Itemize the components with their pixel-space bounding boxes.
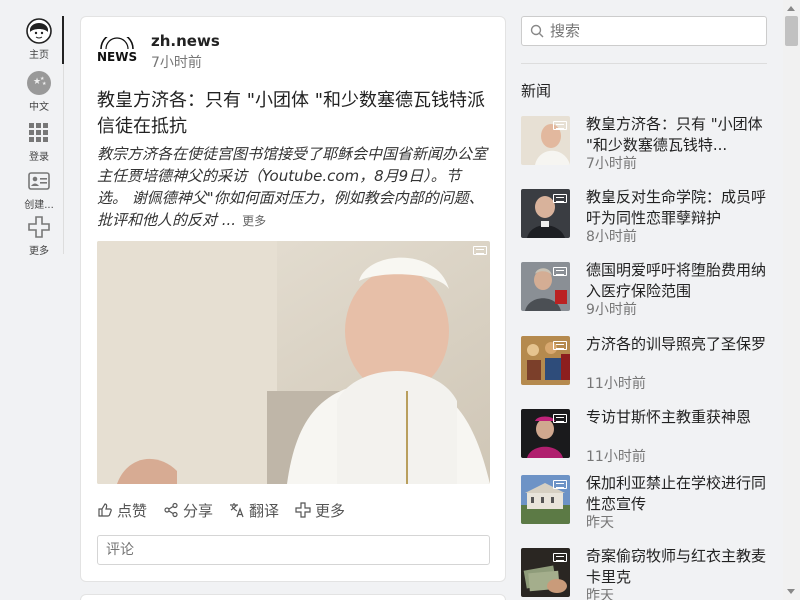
news-time: 7小时前 bbox=[586, 156, 637, 172]
left-rail: 主页 ★ ★ ★ 中文 登录 创建... 更多 bbox=[0, 0, 64, 600]
share-icon bbox=[164, 502, 178, 518]
post-photo[interactable] bbox=[97, 241, 490, 484]
summary-more-link[interactable]: 更多 bbox=[242, 214, 266, 228]
scroll-up-arrow-icon[interactable] bbox=[787, 6, 795, 11]
news-title: 方济各的训导照亮了圣保罗 bbox=[586, 335, 766, 353]
thumbs-up-icon bbox=[98, 503, 112, 517]
rail-item-home[interactable]: 主页 bbox=[14, 18, 64, 66]
search-icon bbox=[530, 24, 544, 38]
news-title: 奇案偷窃牧师与红衣主教麦卡里克 bbox=[586, 547, 766, 586]
news-time: 昨天 bbox=[586, 515, 614, 531]
news-title: 专访甘斯怀主教重获神恩 bbox=[586, 408, 752, 426]
news-thumbnail bbox=[521, 548, 570, 597]
like-label: 点赞 bbox=[117, 501, 148, 520]
comment-input[interactable] bbox=[97, 535, 490, 565]
rail-label-more: 更多 bbox=[29, 246, 49, 257]
rail-item-login[interactable]: 登录 bbox=[14, 120, 64, 168]
news-title: 教皇方济各：只有 "小团体 "和少数塞德瓦钱特... bbox=[586, 115, 763, 154]
like-button[interactable]: 点赞 bbox=[97, 500, 147, 521]
right-divider bbox=[521, 63, 767, 64]
news-list-item[interactable]: 专访甘斯怀主教重获神恩 11小时前 bbox=[521, 408, 771, 473]
news-list-item[interactable]: 教皇方济各：只有 "小团体 "和少数塞德瓦钱特... 7小时前 bbox=[521, 115, 771, 180]
scroll-down-arrow-icon[interactable] bbox=[787, 589, 795, 594]
news-list-item[interactable]: 教皇反对生命学院：成员呼吁为同性恋罪孽辩护 8小时前 bbox=[521, 188, 771, 253]
scroll-thumb[interactable] bbox=[785, 16, 798, 46]
post-source[interactable]: zh.news bbox=[151, 32, 220, 50]
image-gallery-icon bbox=[553, 553, 567, 562]
translate-button[interactable]: 翻译 bbox=[229, 500, 279, 521]
post-summary-text: 教宗方济各在使徒宫图书馆接受了耶稣会中国省新闻办公室主任贾培德神父的采访（You… bbox=[97, 145, 488, 229]
share-label: 分享 bbox=[183, 501, 214, 520]
news-time: 11小时前 bbox=[586, 376, 646, 392]
more-actions-label: 更多 bbox=[315, 501, 346, 520]
rail-divider bbox=[63, 64, 64, 254]
image-gallery-icon bbox=[473, 246, 487, 255]
china-flag-icon: ★ ★ ★ bbox=[26, 70, 52, 96]
news-time: 11小时前 bbox=[586, 449, 646, 465]
news-title: 保加利亚禁止在学校进行同性恋宣传 bbox=[586, 474, 766, 513]
search-input[interactable] bbox=[550, 22, 750, 40]
home-avatar-icon bbox=[26, 18, 52, 44]
post-actions: 点赞 分享 翻译 更多 bbox=[97, 499, 490, 521]
news-time: 9小时前 bbox=[586, 302, 637, 318]
next-post-card bbox=[80, 594, 506, 600]
image-gallery-icon bbox=[553, 194, 567, 203]
rail-item-chinese[interactable]: ★ ★ ★ 中文 bbox=[14, 70, 64, 118]
rail-label-chinese: 中文 bbox=[29, 102, 49, 113]
id-card-icon bbox=[26, 168, 52, 194]
news-section-title: 新闻 bbox=[521, 82, 552, 100]
post-card: NEWS zh.news 7小时前 教皇方济各：只有 "小团体 "和少数塞德瓦钱… bbox=[80, 16, 506, 582]
news-thumbnail bbox=[521, 262, 570, 311]
rail-item-more[interactable]: 更多 bbox=[14, 214, 64, 262]
rail-label-login: 登录 bbox=[29, 152, 49, 163]
image-gallery-icon bbox=[553, 414, 567, 423]
translate-label: 翻译 bbox=[249, 501, 280, 520]
image-gallery-icon bbox=[553, 480, 567, 489]
search-box[interactable] bbox=[521, 16, 767, 46]
news-thumbnail bbox=[521, 116, 570, 165]
news-thumbnail bbox=[521, 475, 570, 524]
share-button[interactable]: 分享 bbox=[163, 500, 213, 521]
news-time: 8小时前 bbox=[586, 229, 637, 245]
news-thumbnail bbox=[521, 336, 570, 385]
news-list-item[interactable]: 保加利亚禁止在学校进行同性恋宣传 昨天 bbox=[521, 474, 771, 539]
post-time: 7小时前 bbox=[151, 55, 202, 71]
image-gallery-icon bbox=[553, 341, 567, 350]
rail-label-create: 创建... bbox=[24, 200, 54, 211]
news-list-item[interactable]: 奇案偷窃牧师与红衣主教麦卡里克 昨天 bbox=[521, 547, 771, 600]
news-list-item[interactable]: 德国明爱呼吁将堕胎费用纳入医疗保险范围 9小时前 bbox=[521, 261, 771, 326]
image-gallery-icon bbox=[553, 121, 567, 130]
news-list-item[interactable]: 方济各的训导照亮了圣保罗 11小时前 bbox=[521, 335, 771, 400]
more-actions-button[interactable]: 更多 bbox=[295, 500, 345, 521]
news-thumbnail bbox=[521, 189, 570, 238]
apps-grid-icon bbox=[26, 120, 52, 146]
translate-icon bbox=[230, 503, 244, 518]
image-gallery-icon bbox=[553, 267, 567, 276]
post-headline[interactable]: 教皇方济各：只有 "小团体 "和少数塞德瓦钱特派信徒在抵抗 bbox=[97, 88, 497, 140]
news-title: 德国明爱呼吁将堕胎费用纳入医疗保险范围 bbox=[586, 261, 766, 300]
rail-label-home: 主页 bbox=[29, 50, 49, 61]
news-time: 昨天 bbox=[586, 588, 614, 600]
news-logo-text: NEWS bbox=[97, 50, 137, 64]
news-title: 教皇反对生命学院：成员呼吁为同性恋罪孽辩护 bbox=[586, 188, 766, 227]
plus-outline-icon bbox=[295, 502, 311, 518]
news-logo[interactable]: NEWS bbox=[97, 32, 137, 65]
rail-item-create[interactable]: 创建... bbox=[14, 168, 64, 216]
rail-active-indicator bbox=[62, 16, 64, 64]
news-thumbnail bbox=[521, 409, 570, 458]
plus-icon bbox=[26, 214, 52, 240]
svg-text:★: ★ bbox=[42, 81, 47, 87]
page-scrollbar[interactable] bbox=[783, 0, 800, 600]
post-summary: 教宗方济各在使徒宫图书馆接受了耶稣会中国省新闻办公室主任贾培德神父的采访（You… bbox=[97, 143, 487, 232]
